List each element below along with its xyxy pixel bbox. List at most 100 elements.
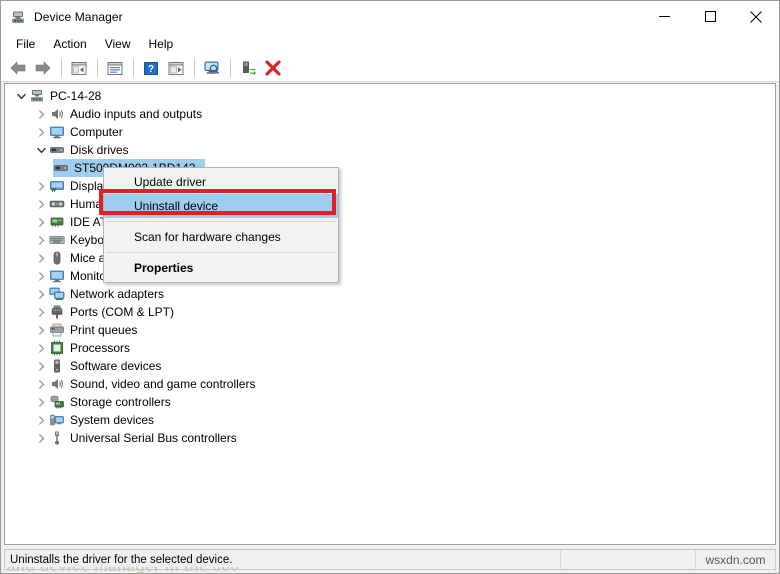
- printer-icon: [49, 322, 65, 338]
- usb-icon: [49, 430, 65, 446]
- title-bar: Device Manager: [1, 1, 779, 33]
- chevron-right-icon[interactable]: [33, 322, 49, 338]
- tree-label: Audio inputs and outputs: [70, 107, 203, 121]
- tree-label: Universal Serial Bus controllers: [70, 431, 237, 445]
- toolbar-separator: [97, 59, 98, 77]
- update-driver-icon[interactable]: [164, 57, 188, 80]
- bleed-text: and device manager in the 000: [7, 567, 239, 573]
- ide-controller-icon: [49, 214, 65, 230]
- tree-label: Network adapters: [70, 287, 165, 301]
- toolbar-separator: [194, 59, 195, 77]
- software-device-icon: [49, 358, 65, 374]
- properties-icon[interactable]: [103, 57, 127, 80]
- network-adapter-icon: [49, 286, 65, 302]
- port-icon: [49, 304, 65, 320]
- close-button[interactable]: [733, 1, 779, 32]
- tree-row-processors[interactable]: Processors: [5, 339, 775, 357]
- chevron-right-icon[interactable]: [33, 124, 49, 140]
- tree-label: Print queues: [70, 323, 138, 337]
- tree-row-universal-serial-bus-controllers[interactable]: Universal Serial Bus controllers: [5, 429, 775, 447]
- computer-root-icon: [29, 88, 45, 104]
- hid-icon: [49, 196, 65, 212]
- tree-label: Storage controllers: [70, 395, 171, 409]
- chevron-right-icon[interactable]: [33, 376, 49, 392]
- speaker-icon: [49, 106, 65, 122]
- mouse-icon: [49, 250, 65, 266]
- maximize-button[interactable]: [687, 1, 733, 32]
- tree-label: Software devices: [70, 359, 162, 373]
- monitor-icon: [49, 268, 65, 284]
- device-tree-pane[interactable]: PC-14-28 Audio inputs and outputs Comput…: [4, 83, 776, 545]
- toolbar-separator: [133, 59, 134, 77]
- minimize-button[interactable]: [641, 1, 687, 32]
- chevron-down-icon[interactable]: [13, 88, 29, 104]
- device-manager-window: Device Manager File Action View Help ? P…: [0, 0, 780, 574]
- disk-drive-icon: [49, 142, 65, 158]
- tree-row-disk-drives[interactable]: Disk drives: [5, 141, 775, 159]
- uninstall-device-icon[interactable]: [261, 57, 285, 80]
- tree-label: System devices: [70, 413, 155, 427]
- tree-row-software-devices[interactable]: Software devices: [5, 357, 775, 375]
- tree-label: Disk drives: [70, 143, 129, 157]
- chevron-right-icon[interactable]: [33, 250, 49, 266]
- display-adapter-icon: [49, 178, 65, 194]
- monitor-icon: [49, 124, 65, 140]
- tree-row-print-queues[interactable]: Print queues: [5, 321, 775, 339]
- chevron-right-icon[interactable]: [33, 358, 49, 374]
- context-menu[interactable]: Update driver Uninstall device Scan for …: [103, 167, 339, 283]
- chevron-right-icon[interactable]: [33, 268, 49, 284]
- keyboard-icon: [49, 232, 65, 248]
- toolbar: ?: [1, 55, 779, 82]
- tree-label: Processors: [70, 341, 131, 355]
- chevron-down-icon[interactable]: [33, 142, 49, 158]
- disable-device-icon[interactable]: [236, 57, 260, 80]
- menu-help[interactable]: Help: [140, 34, 183, 54]
- chevron-right-icon[interactable]: [33, 430, 49, 446]
- chevron-right-icon[interactable]: [33, 304, 49, 320]
- disk-drive-icon: [53, 160, 69, 176]
- context-menu-item-scan-for-hardware-changes[interactable]: Scan for hardware changes: [104, 225, 338, 249]
- forward-icon[interactable]: [31, 57, 55, 80]
- context-menu-item-update-driver[interactable]: Update driver: [104, 170, 338, 194]
- tree-row-ports-com-and-lpt[interactable]: Ports (COM & LPT): [5, 303, 775, 321]
- scan-hardware-changes-icon[interactable]: [200, 57, 224, 80]
- chevron-right-icon[interactable]: [33, 106, 49, 122]
- tree-row-system-devices[interactable]: System devices: [5, 411, 775, 429]
- toolbar-separator: [61, 59, 62, 77]
- back-icon[interactable]: [6, 57, 30, 80]
- window-title: Device Manager: [34, 9, 123, 24]
- tree-label: PC-14-28: [50, 89, 102, 103]
- chevron-right-icon[interactable]: [33, 196, 49, 212]
- tree-row-sound-video-and-game-controllers[interactable]: Sound, video and game controllers: [5, 375, 775, 393]
- tree-row-audio-inputs-and-outputs[interactable]: Audio inputs and outputs: [5, 105, 775, 123]
- tree-row-storage-controllers[interactable]: Storage controllers: [5, 393, 775, 411]
- system-device-icon: [49, 412, 65, 428]
- chevron-right-icon[interactable]: [33, 412, 49, 428]
- tree-label: Ports (COM & LPT): [70, 305, 175, 319]
- storage-controller-icon: [49, 394, 65, 410]
- menu-bar: File Action View Help: [1, 33, 779, 55]
- context-menu-separator: [106, 252, 336, 253]
- help-icon[interactable]: ?: [139, 57, 163, 80]
- tree-label: Computer: [70, 125, 123, 139]
- tree-row-computer[interactable]: Computer: [5, 123, 775, 141]
- chevron-right-icon[interactable]: [33, 214, 49, 230]
- chevron-right-icon[interactable]: [33, 394, 49, 410]
- context-menu-item-properties[interactable]: Properties: [104, 256, 338, 280]
- chevron-right-icon[interactable]: [33, 286, 49, 302]
- menu-file[interactable]: File: [7, 34, 44, 54]
- show-hide-console-tree-icon[interactable]: [67, 57, 91, 80]
- tree-row-network-adapters[interactable]: Network adapters: [5, 285, 775, 303]
- tree-label: Sound, video and game controllers: [70, 377, 256, 391]
- context-menu-separator: [106, 221, 336, 222]
- context-menu-item-uninstall-device[interactable]: Uninstall device: [104, 194, 338, 218]
- processor-icon: [49, 340, 65, 356]
- menu-view[interactable]: View: [96, 34, 140, 54]
- chevron-right-icon[interactable]: [33, 178, 49, 194]
- background-bleed-text: and device manager in the 000: [1, 567, 779, 573]
- tree-row-root[interactable]: PC-14-28: [5, 87, 775, 105]
- chevron-right-icon[interactable]: [33, 340, 49, 356]
- menu-action[interactable]: Action: [44, 34, 95, 54]
- window-controls: [641, 1, 779, 32]
- chevron-right-icon[interactable]: [33, 232, 49, 248]
